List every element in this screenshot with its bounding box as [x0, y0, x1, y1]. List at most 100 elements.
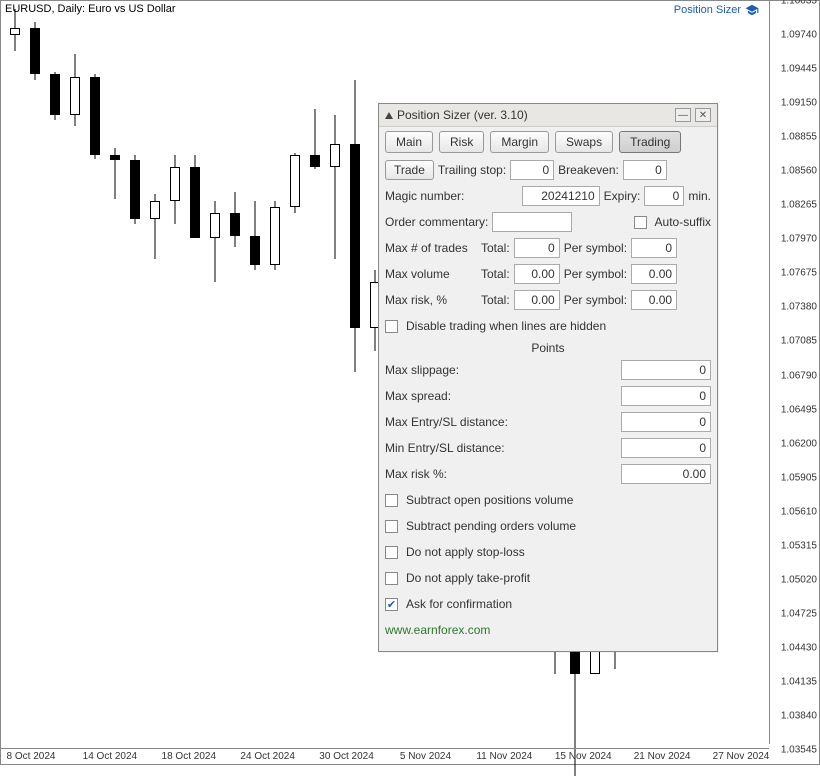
y-tick: 1.03840: [781, 710, 817, 721]
x-tick: 21 Nov 2024: [634, 751, 691, 762]
tab-trading[interactable]: Trading: [619, 131, 681, 153]
per-symbol-label-1: Per symbol:: [564, 241, 627, 255]
position-sizer-panel[interactable]: Position Sizer (ver. 3.10) — ✕ Main Risk…: [378, 103, 718, 652]
x-tick: 18 Oct 2024: [162, 751, 216, 762]
total-label-3: Total:: [481, 293, 510, 307]
no-sl-label: Do not apply stop-loss: [406, 545, 525, 559]
trailing-stop-label: Trailing stop:: [438, 163, 506, 177]
expiry-input[interactable]: [644, 186, 684, 206]
x-tick: 5 Nov 2024: [400, 751, 451, 762]
x-tick: 8 Oct 2024: [7, 751, 56, 762]
order-commentary-label: Order commentary:: [385, 215, 488, 229]
breakeven-label: Breakeven:: [558, 163, 619, 177]
earnforex-link[interactable]: www.earnforex.com: [385, 623, 490, 637]
max-spread-label: Max spread:: [385, 389, 451, 403]
total-label-2: Total:: [481, 267, 510, 281]
y-tick: 1.03545: [781, 745, 817, 756]
y-axis: 1.10035 1.09740 1.09445 1.09150 1.08855 1.085…: [769, 1, 819, 744]
max-trades-ps-input[interactable]: [631, 238, 677, 258]
y-tick: 1.09740: [781, 30, 817, 41]
min-entrysl-input[interactable]: [621, 438, 711, 458]
y-tick: 1.08265: [781, 200, 817, 211]
disable-lines-checkbox[interactable]: [385, 320, 398, 333]
y-tick: 1.06495: [781, 404, 817, 415]
max-entrysl-input[interactable]: [621, 412, 711, 432]
panel-titlebar[interactable]: Position Sizer (ver. 3.10) — ✕: [379, 104, 717, 127]
y-tick: 1.06790: [781, 370, 817, 381]
per-symbol-label-3: Per symbol:: [564, 293, 627, 307]
y-tick: 1.05610: [781, 506, 817, 517]
y-tick: 1.09150: [781, 98, 817, 109]
x-tick: 24 Oct 2024: [240, 751, 294, 762]
y-tick: 1.08560: [781, 166, 817, 177]
per-symbol-label-2: Per symbol:: [564, 267, 627, 281]
max-risk-total-input[interactable]: [514, 290, 560, 310]
max-risk2-input[interactable]: [621, 464, 711, 484]
y-tick: 1.05315: [781, 540, 817, 551]
minimize-button[interactable]: —: [675, 108, 691, 122]
max-risk-ps-input[interactable]: [631, 290, 677, 310]
x-tick: 30 Oct 2024: [319, 751, 373, 762]
magic-number-input[interactable]: [522, 186, 600, 206]
subtract-pending-label: Subtract pending orders volume: [406, 519, 576, 533]
tab-risk[interactable]: Risk: [439, 131, 484, 153]
auto-suffix-checkbox[interactable]: [634, 216, 647, 229]
no-tp-label: Do not apply take-profit: [406, 571, 530, 585]
max-risk-label: Max risk, %: [385, 293, 477, 307]
x-axis: 8 Oct 2024 14 Oct 2024 18 Oct 2024 24 Oct 2…: [1, 748, 769, 764]
expiry-unit: min.: [688, 189, 711, 203]
points-header: Points: [385, 341, 711, 355]
close-button[interactable]: ✕: [695, 108, 711, 122]
subtract-pending-checkbox[interactable]: [385, 520, 398, 533]
max-spread-input[interactable]: [621, 386, 711, 406]
no-tp-checkbox[interactable]: [385, 572, 398, 585]
subtract-open-label: Subtract open positions volume: [406, 493, 573, 507]
y-tick: 1.07085: [781, 336, 817, 347]
y-tick: 1.04430: [781, 642, 817, 653]
breakeven-input[interactable]: [623, 160, 667, 180]
x-tick: 27 Nov 2024: [713, 751, 770, 762]
y-tick: 1.06200: [781, 438, 817, 449]
panel-title-text: Position Sizer (ver. 3.10): [397, 108, 671, 122]
max-volume-total-input[interactable]: [514, 264, 560, 284]
ask-confirm-checkbox[interactable]: ✔: [385, 598, 398, 611]
max-entrysl-label: Max Entry/SL distance:: [385, 415, 508, 429]
trade-button[interactable]: Trade: [385, 160, 434, 180]
subtract-open-checkbox[interactable]: [385, 494, 398, 507]
tab-margin[interactable]: Margin: [490, 131, 549, 153]
x-tick: 15 Nov 2024: [555, 751, 612, 762]
tab-main[interactable]: Main: [385, 131, 433, 153]
y-tick: 1.04135: [781, 676, 817, 687]
min-entrysl-label: Min Entry/SL distance:: [385, 441, 505, 455]
max-volume-label: Max volume: [385, 267, 477, 281]
ask-confirm-label: Ask for confirmation: [406, 597, 512, 611]
max-slippage-label: Max slippage:: [385, 363, 459, 377]
y-tick: 1.05020: [781, 574, 817, 585]
y-tick: 1.07380: [781, 302, 817, 313]
max-trades-total-input[interactable]: [514, 238, 560, 258]
trailing-stop-input[interactable]: [510, 160, 554, 180]
magic-number-label: Magic number:: [385, 189, 464, 203]
tab-swaps[interactable]: Swaps: [555, 131, 613, 153]
order-commentary-input[interactable]: [492, 212, 572, 232]
max-trades-label: Max # of trades: [385, 241, 477, 255]
no-sl-checkbox[interactable]: [385, 546, 398, 559]
y-tick: 1.09445: [781, 64, 817, 75]
x-tick: 11 Nov 2024: [476, 751, 532, 762]
tab-row: Main Risk Margin Swaps Trading: [385, 131, 711, 153]
x-tick: 14 Oct 2024: [83, 751, 137, 762]
y-tick: 1.04725: [781, 608, 817, 619]
auto-suffix-label: Auto-suffix: [655, 215, 711, 229]
y-tick: 1.05905: [781, 472, 817, 483]
collapse-triangle-icon[interactable]: [385, 112, 393, 119]
y-tick: 1.07675: [781, 268, 817, 279]
y-tick: 1.08855: [781, 132, 817, 143]
max-volume-ps-input[interactable]: [631, 264, 677, 284]
max-slippage-input[interactable]: [621, 360, 711, 380]
y-tick: 1.10035: [781, 0, 817, 7]
disable-lines-label: Disable trading when lines are hidden: [406, 319, 606, 333]
max-risk2-label: Max risk %:: [385, 467, 447, 481]
expiry-label: Expiry:: [604, 189, 641, 203]
total-label-1: Total:: [481, 241, 510, 255]
y-tick: 1.07970: [781, 234, 817, 245]
